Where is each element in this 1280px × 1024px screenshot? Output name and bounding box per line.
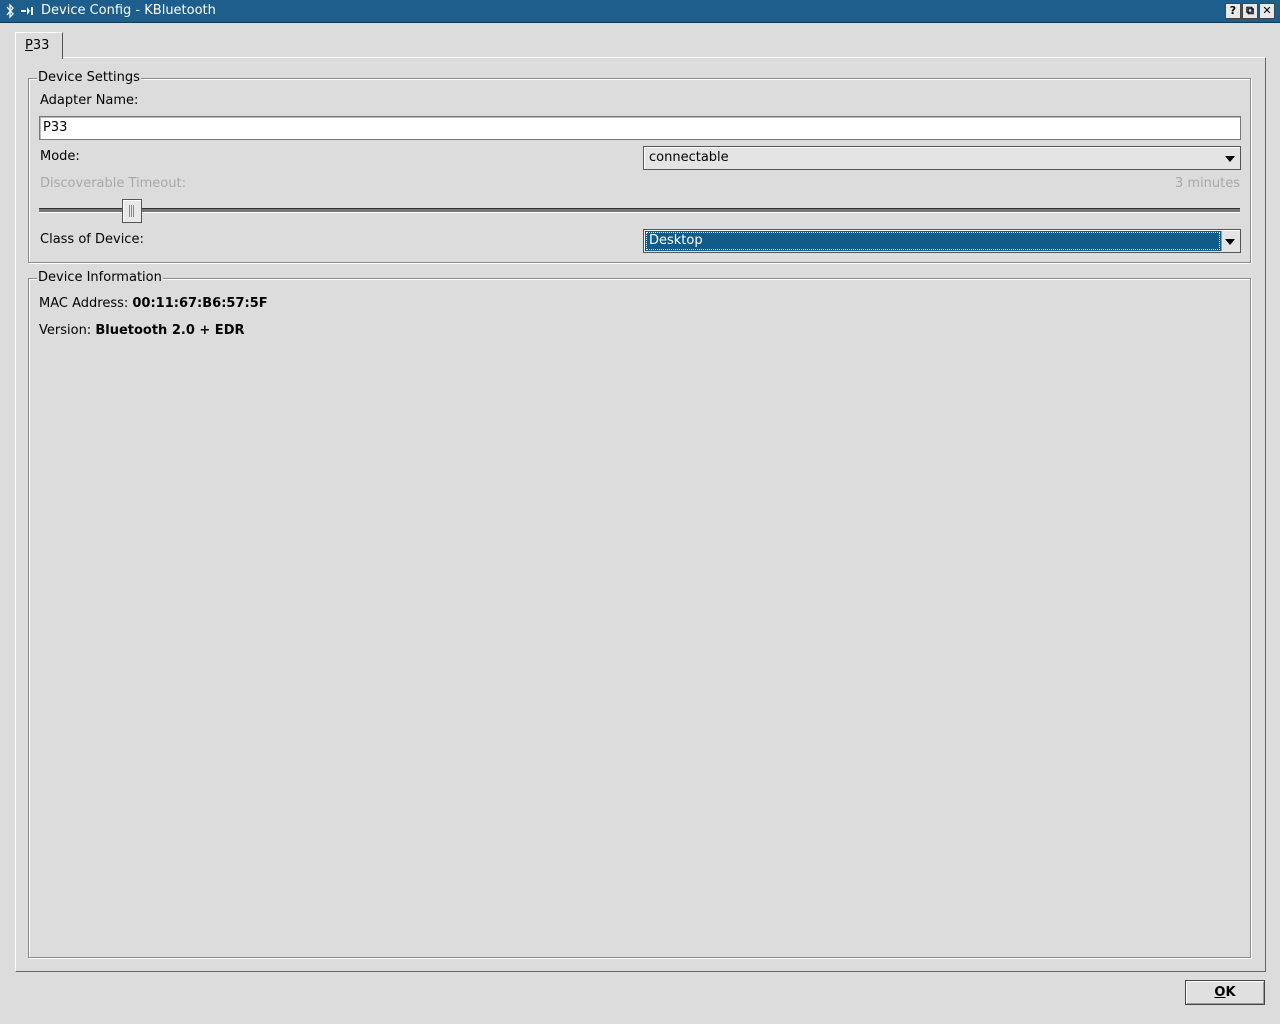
slider-handle[interactable] [121,199,142,223]
adapter-name-label: Adapter Name: [40,93,139,108]
adapter-name-value: P33 [43,120,68,135]
mac-address-label: MAC Address: [39,296,129,311]
class-of-device-value: Desktop [649,233,703,248]
close-button[interactable]: ✕ [1259,3,1275,19]
tab-label: P33 [25,38,50,53]
bluetooth-icon[interactable] [5,3,17,19]
chevron-down-icon [1225,156,1235,162]
class-of-device-select[interactable]: Desktop [643,229,1241,253]
version-row: Version: Bluetooth 2.0 + EDR [39,323,245,339]
maximize-icon: ⧉ [1246,4,1254,17]
discoverable-timeout-value: 3 minutes [1175,176,1241,191]
version-value: Bluetooth 2.0 + EDR [95,323,245,338]
help-icon: ? [1229,4,1237,17]
device-settings-title: Device Settings [37,70,141,85]
ok-button-label: OK [1214,985,1236,1000]
help-button[interactable]: ? [1225,3,1241,19]
mode-select[interactable]: connectable [643,146,1241,170]
discoverable-timeout-label: Discoverable Timeout: [40,176,186,191]
close-icon: ✕ [1262,4,1272,17]
tab-p33[interactable]: P33 [15,32,63,59]
chevron-down-icon [1225,239,1235,245]
mode-value: connectable [649,150,729,165]
window-title: Device Config - KBluetooth [41,3,216,18]
class-of-device-label: Class of Device: [40,232,144,247]
window-menu-icon[interactable] [20,3,36,19]
device-information-title: Device Information [37,270,163,285]
title-bar[interactable]: Device Config - KBluetooth ? ⧉ ✕ [0,0,1280,23]
adapter-name-input[interactable]: P33 [39,116,1241,140]
device-information-group [28,278,1251,958]
mac-address-value: 00:11:67:B6:57:5F [132,296,268,311]
discoverable-timeout-slider[interactable] [39,208,1240,213]
ok-button[interactable]: OK [1185,980,1265,1005]
mode-label: Mode: [40,149,80,164]
maximize-button[interactable]: ⧉ [1242,3,1258,19]
mac-address-row: MAC Address: 00:11:67:B6:57:5F [39,296,268,312]
version-label: Version: [39,323,92,338]
